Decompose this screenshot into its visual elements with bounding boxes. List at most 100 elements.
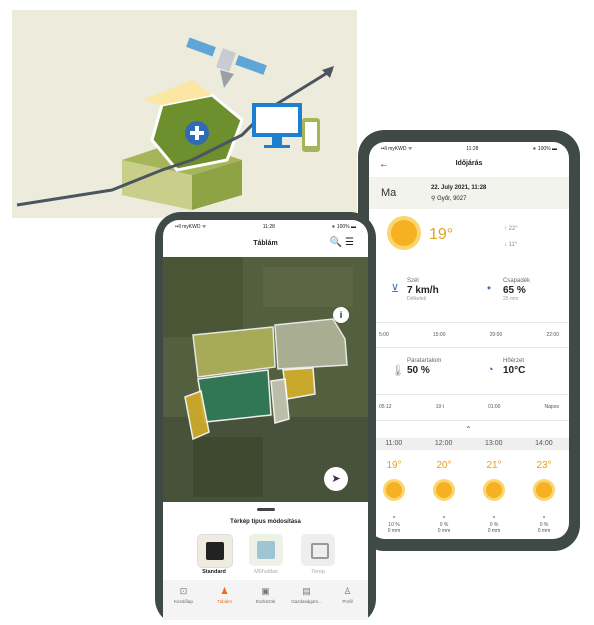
wind-direction: Délkeleti (407, 296, 427, 302)
fields-icon: ♟ (220, 586, 229, 596)
feel-stat: Hőérzet 10°C (503, 358, 525, 376)
profile-icon: ♙ (343, 586, 352, 596)
rain-cell: ⬩ 0 % 0 mm (438, 514, 451, 534)
tab-label: Profil (342, 599, 353, 604)
today-label: Ma (381, 187, 397, 199)
divider (369, 420, 569, 421)
satellite-map[interactable]: i ➤ + (163, 257, 368, 502)
small-value: 5:00 (379, 332, 389, 338)
rain-cell: ⬩ 0 % 0 mm (488, 514, 501, 534)
map-type-standard[interactable] (197, 534, 233, 568)
monitor-icon (252, 103, 302, 148)
chevron-up-icon[interactable]: ⌃ (465, 425, 472, 434)
weather-phone: ••ll myKWD ᯤ 11:28 ∗ 100% ▬ ← Időjárás M… (358, 130, 580, 551)
date-text: 22. July 2021, 11:28 (431, 185, 487, 191)
hourly-temperatures: 19° 20° 21° 23° (369, 460, 569, 471)
hourly-icons (369, 482, 569, 498)
time-text: 11:28 (262, 224, 275, 230)
humidity-stat: Páratartalom 50 % (407, 358, 441, 376)
small-value: Napos (544, 404, 559, 410)
divider (369, 347, 569, 348)
tab-fields[interactable]: ♟ Táblám (206, 580, 244, 620)
min-temperature: ↓ 11° (504, 242, 518, 248)
map-phone: ••ll myKWD ᯤ 11:28 ∗ 100% ▬ Táblám 🔍 ☰ i… (155, 212, 376, 625)
feel-label: Hőérzet (503, 358, 525, 364)
tab-farm[interactable]: ▤ Gazdaságom... (288, 580, 326, 620)
humidity-value: 50 % (407, 365, 430, 376)
raindrop-icon: ⬩ (442, 514, 446, 521)
sun-icon (391, 220, 417, 246)
sun-icon (486, 482, 502, 498)
illustration-banner (12, 10, 357, 218)
rain-cell: ⬩ 10 % 0 mm (388, 514, 401, 534)
sun-times-row: 5:00 15:00 20:00 22:00 (379, 332, 559, 338)
hourly-rain: ⬩ 10 % 0 mm ⬩ 0 % 0 mm ⬩ 0 % 0 mm ⬩ 0 % 0 mm (369, 514, 569, 534)
sun-icon (436, 482, 452, 498)
tab-label: Táblám (216, 599, 232, 604)
home-icon: ⊡ (179, 586, 188, 596)
details-row: 05:12 19 t 01:00 Napos (379, 404, 559, 410)
rain-amount: 0 mm (487, 528, 501, 534)
map-fields (163, 257, 368, 502)
sheet-title: Térkép típus módosítása (230, 519, 301, 525)
raindrop-icon: ⬩ (392, 514, 396, 521)
thermometer-icon: 🌡 (391, 365, 405, 377)
hourly-header: 11:00 12:00 13:00 14:00 (369, 438, 569, 450)
tab-home[interactable]: ⊡ Kezdőlap (165, 580, 203, 620)
tab-label: Eszközök (255, 599, 276, 604)
precip-value: 65 % (503, 285, 526, 296)
standard-map-icon (206, 542, 224, 560)
tab-tools[interactable]: ▣ Eszközök (247, 580, 285, 620)
wind-stat: Szél 7 km/h Délkeleti (407, 278, 439, 302)
small-value: 01:00 (487, 404, 501, 410)
battery-text: ∗ 100% ▬ (532, 146, 557, 152)
hour-label: 11:00 (385, 440, 403, 447)
tab-label: Kezdőlap (174, 599, 193, 604)
today-row: Ma 22. July 2021, 11:28 ⚲ Győr, 9027 (369, 177, 569, 209)
rain-amount: 0 mm (437, 528, 451, 534)
map-type-label: Standard (202, 569, 226, 575)
raindrop-icon: ⬩ (487, 282, 491, 294)
wind-icon: ⊻ (391, 283, 400, 295)
map-type-sheet: Térkép típus módosítása Standard Műholda… (163, 502, 368, 575)
hour-temp: 20° (436, 460, 452, 471)
humidity-label: Páratartalom (407, 358, 442, 364)
wind-value: 7 km/h (407, 285, 439, 296)
max-temperature: ↑ 22° (504, 226, 518, 232)
tab-profile[interactable]: ♙ Profil (329, 580, 367, 620)
wind-label: Szél (407, 278, 419, 284)
hour-label: 12:00 (434, 440, 453, 447)
satellite-map-icon (257, 541, 275, 559)
weather-screen: ••ll myKWD ᯤ 11:28 ∗ 100% ▬ ← Időjárás M… (369, 142, 569, 539)
sun-icon (536, 482, 552, 498)
satellite-icon (186, 37, 267, 88)
status-bar: ••ll myKWD ᯤ 11:28 ∗ 100% ▬ (175, 224, 356, 230)
precip-label: Csapadék (503, 278, 531, 284)
raindrop-icon: ⬩ (542, 514, 546, 521)
small-value: 05:12 (379, 404, 392, 410)
field-illustration (16, 37, 334, 210)
rain-cell: ⬩ 0 % 0 mm (538, 514, 551, 534)
search-menu-icons[interactable]: 🔍 ☰ (330, 237, 354, 248)
map-type-label: Műholdas (254, 569, 278, 575)
location-value: Győr, 9027 (437, 196, 467, 202)
rain-amount: 0 mm (537, 528, 551, 534)
raindrop-icon: ⬩ (492, 514, 496, 521)
locate-button[interactable]: ➤ (324, 467, 348, 491)
feel-value: 10°C (503, 365, 526, 376)
hour-temp: 23° (536, 460, 552, 471)
map-type-label: Terep (311, 569, 325, 575)
small-value: 19 t (435, 404, 444, 410)
precip-sub: 25 mm (503, 296, 519, 302)
sheet-handle[interactable] (257, 508, 275, 511)
info-button[interactable]: i (333, 307, 349, 323)
hour-temp: 19° (386, 460, 402, 471)
map-screen: ••ll myKWD ᯤ 11:28 ∗ 100% ▬ Táblám 🔍 ☰ i… (163, 220, 368, 625)
battery-text: ∗ 100% ▬ (331, 224, 356, 230)
divider (369, 322, 569, 323)
map-type-satellite[interactable] (249, 534, 283, 566)
map-type-terrain[interactable] (301, 534, 335, 566)
hour-label: 13:00 (485, 440, 503, 447)
page-title: Időjárás (455, 160, 483, 167)
carrier-text: ••ll myKWD ᯤ (381, 146, 413, 152)
